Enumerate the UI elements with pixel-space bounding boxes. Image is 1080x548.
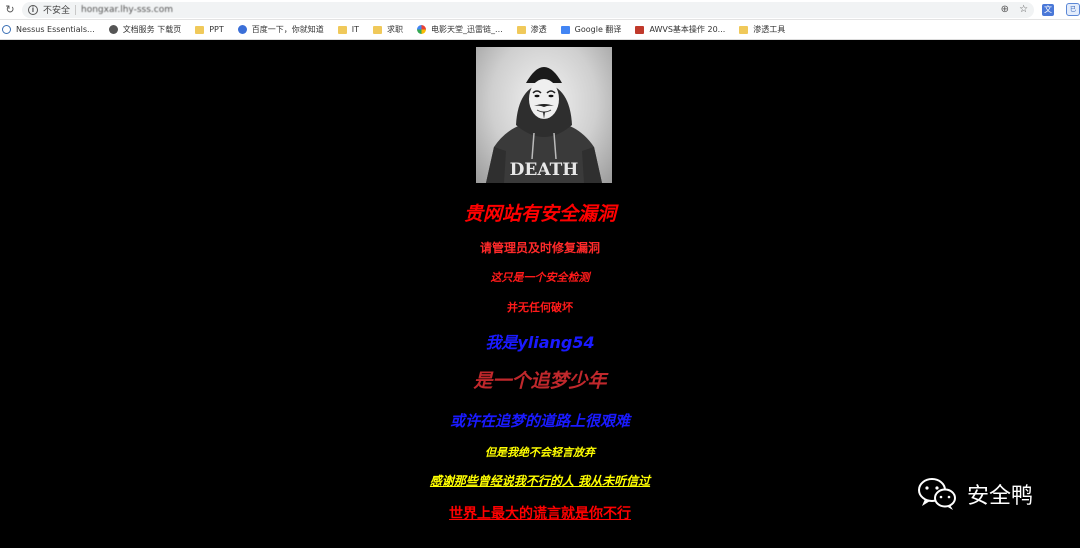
star-icon[interactable]: ☆ [1019, 4, 1028, 15]
watermark: 安全鸭 [917, 476, 1033, 512]
bookmark-label: AWVS基本操作 20... [649, 25, 726, 34]
bookmark-item[interactable]: PPT [195, 25, 224, 34]
bookmark-label: PPT [209, 25, 224, 34]
translate-icon [560, 25, 570, 34]
message-line: 我是yliang54 [485, 333, 595, 352]
bookmarks-bar: Nessus Essentials... 文档服务 下载页 PPT 百度一下，你… [0, 20, 1080, 40]
address-bar[interactable]: i 不安全 hongxar.lhy-sss.com ⊕ ☆ [21, 1, 1035, 18]
folder-icon [373, 25, 383, 34]
bookmark-label: 求职 [387, 25, 404, 34]
translate-extension-icon[interactable]: 文 [1042, 3, 1055, 16]
bookmark-label: 电影天堂_迅雷链_... [431, 25, 503, 34]
bookmark-label: IT [351, 25, 360, 34]
bookmark-item[interactable]: 百度一下，你就知道 [237, 24, 324, 35]
reload-icon[interactable]: ↻ [0, 3, 20, 16]
message-line: 并无任何破坏 [507, 301, 573, 314]
bookmark-item[interactable]: 渗透 [516, 24, 547, 35]
folder-icon [337, 25, 347, 34]
insecure-label: 不安全 [42, 6, 70, 16]
bookmark-item[interactable]: 求职 [373, 24, 403, 35]
bookmark-label: 文档服务 下载页 [122, 25, 182, 34]
bookmark-item[interactable]: Google 翻译 [560, 24, 622, 35]
folder-icon [195, 25, 205, 34]
message-line: 是一个追梦少年 [473, 370, 607, 392]
bookmark-label: 渗透 [530, 25, 547, 34]
bookmark-item[interactable]: AWVS基本操作 20... [635, 24, 725, 35]
globe-icon [2, 25, 11, 34]
watermark-text: 安全鸭 [967, 484, 1034, 509]
wechat-icon [918, 478, 956, 510]
site-icon [108, 25, 118, 34]
bookmark-label: Nessus Essentials... [16, 25, 95, 34]
baidu-icon [237, 25, 247, 34]
masked-person-image: DEATH [476, 47, 612, 183]
divider [75, 4, 76, 15]
info-icon[interactable]: i [27, 4, 38, 15]
bookmark-label: 渗透工具 [753, 25, 786, 34]
bookmark-item[interactable]: IT [337, 25, 360, 34]
message-line: 或许在追梦的道路上很艰难 [449, 412, 630, 430]
message-line: 这只是一个安全检测 [490, 271, 590, 284]
site-icon [417, 25, 427, 34]
url-text[interactable]: hongxar.lhy-sss.com [81, 5, 173, 15]
bookmark-item[interactable]: Nessus Essentials... [2, 25, 95, 34]
bookmark-item[interactable]: 渗透工具 [739, 24, 785, 35]
site-icon [635, 25, 645, 34]
message-line: 请管理员及时修复漏洞 [479, 241, 600, 255]
masked-person-illustration: DEATH [486, 67, 602, 183]
bookmark-label: 百度一下，你就知道 [251, 25, 324, 34]
folder-icon [739, 25, 749, 34]
headline-vulnerability: 贵网站有安全漏洞 [463, 203, 616, 225]
bookmark-label: Google 翻译 [574, 25, 622, 34]
message-line: 但是我绝不会轻言放弃 [485, 446, 595, 459]
folder-icon [516, 25, 526, 34]
zoom-icon[interactable]: ⊕ [1001, 4, 1009, 15]
bookmark-item[interactable]: 电影天堂_迅雷链_... [417, 24, 503, 35]
browser-toolbar: ↻ i 不安全 hongxar.lhy-sss.com ⊕ ☆ 文 已 [0, 0, 1080, 20]
shirt-text: DEATH [510, 160, 579, 180]
profile-icon[interactable]: 已 [1066, 3, 1080, 16]
bookmark-item[interactable]: 文档服务 下载页 [108, 24, 182, 35]
